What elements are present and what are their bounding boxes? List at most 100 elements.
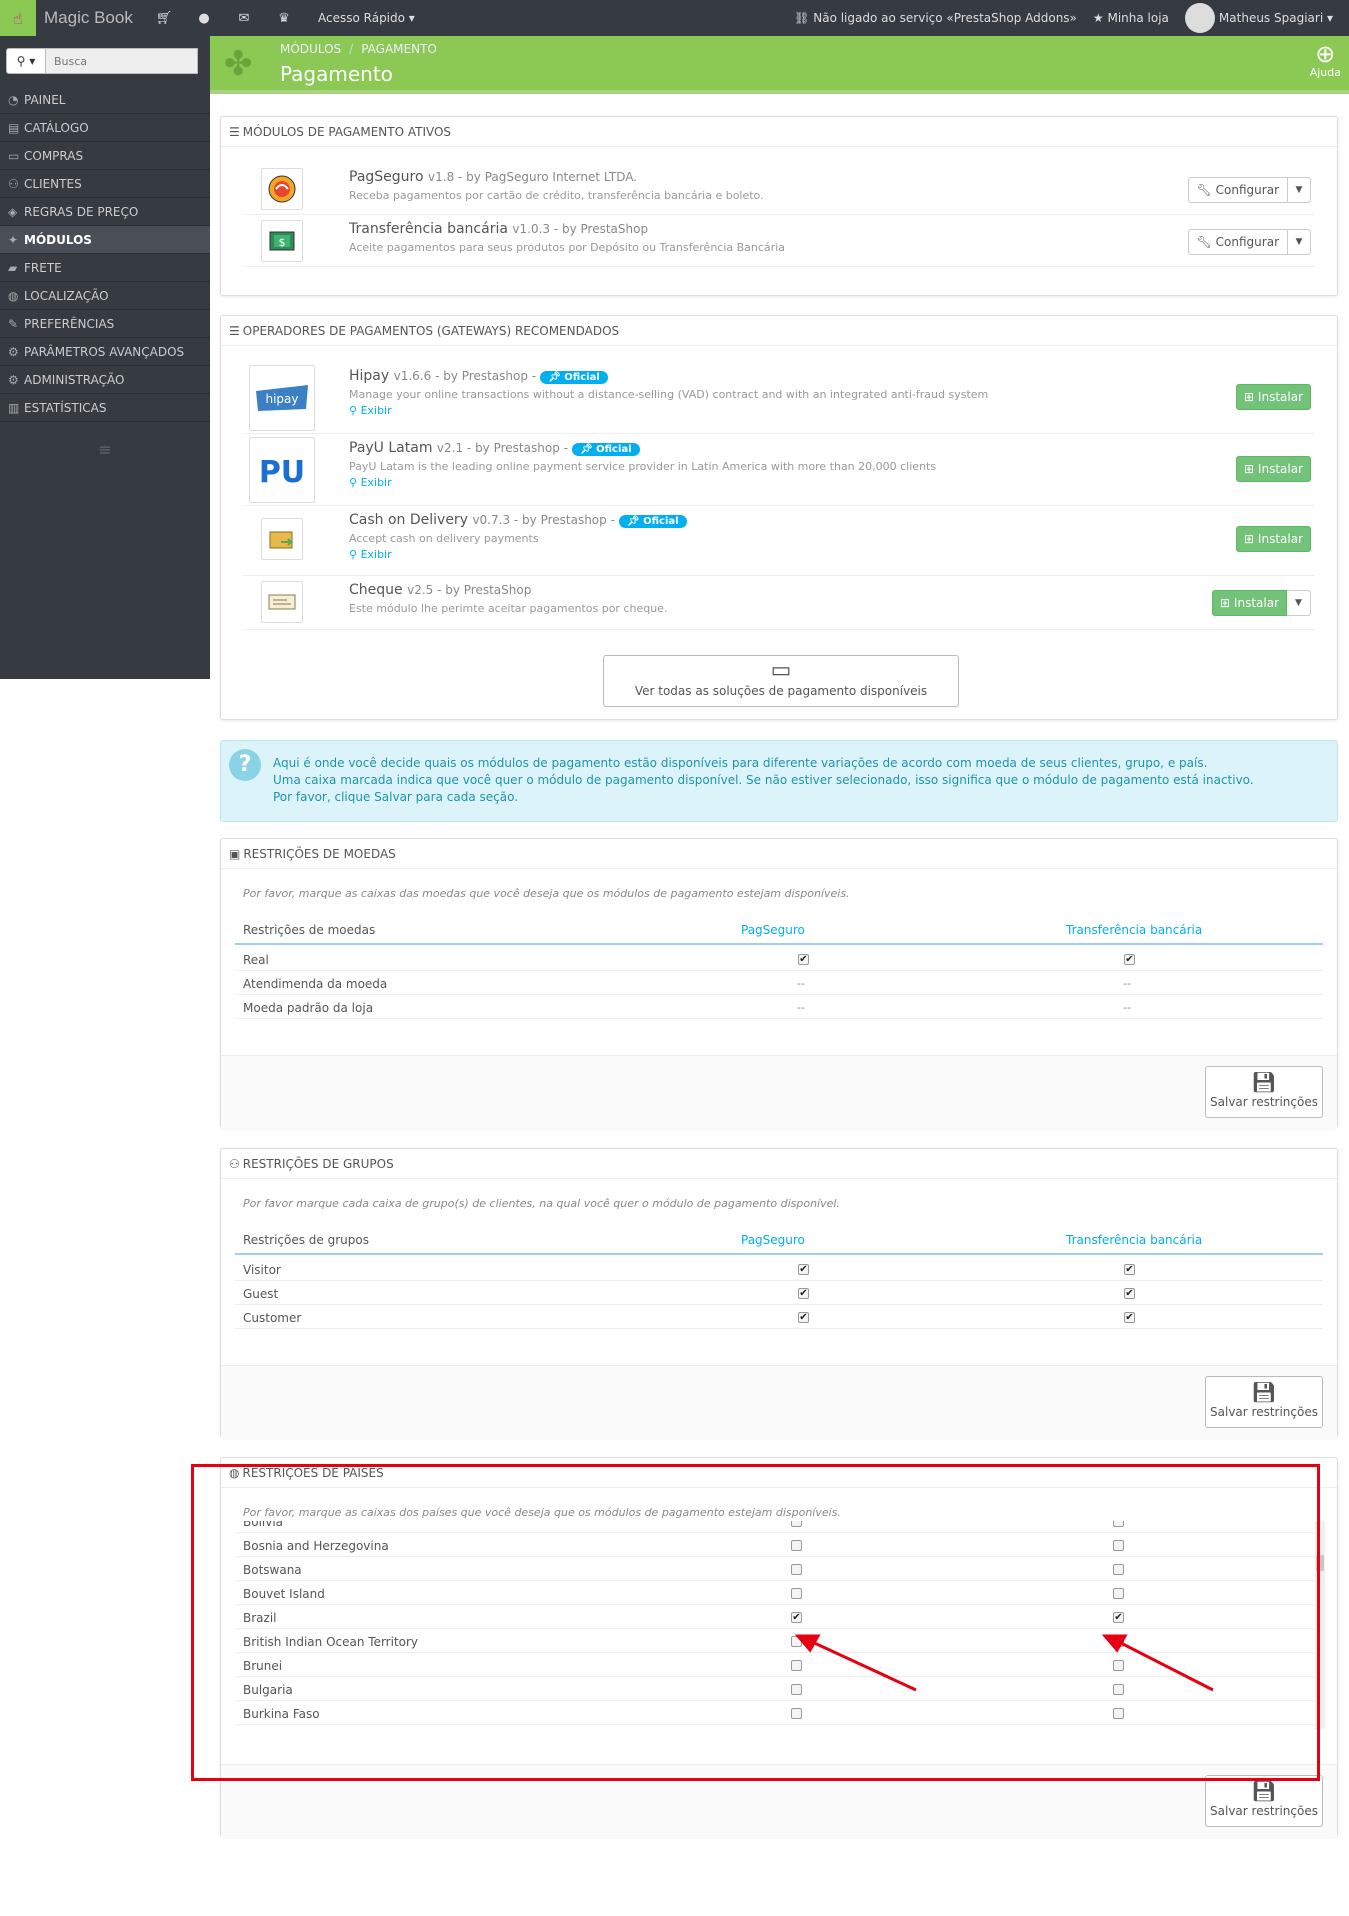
column-header-transfer[interactable]: Transferência bancária xyxy=(1066,923,1202,937)
sidebar-item[interactable]: ✦ MÓDULOS xyxy=(0,226,210,254)
column-header-pagseguro[interactable]: PagSeguro xyxy=(741,923,805,937)
pagseguro-logo-icon xyxy=(261,168,303,210)
caret-down-icon[interactable]: ▼ xyxy=(1288,178,1310,202)
panel-heading: ☰ OPERADORES DE PAGAMENTOS (GATEWAYS) REC… xyxy=(221,316,1337,346)
row-label: Visitor xyxy=(243,1263,281,1277)
row-label: Customer xyxy=(243,1311,302,1325)
checkbox-checked[interactable]: ✔ xyxy=(1124,1264,1135,1275)
money-icon: ▣ xyxy=(229,847,241,861)
brand-name[interactable]: Magic Book xyxy=(44,8,144,28)
table-row: Atendimenda da moeda -- -- xyxy=(235,971,1323,995)
save-currency-restrictions-button[interactable]: 💾︎ Salvar restrinções xyxy=(1205,1066,1323,1118)
panel-footer: 💾︎ Salvar restrinções xyxy=(221,1365,1337,1439)
sidebar-item-label: CLIENTES xyxy=(24,177,82,191)
sidebar-item[interactable]: ⚇ CLIENTES xyxy=(0,170,210,198)
table-row: Guest ✔ ✔ xyxy=(235,1281,1323,1305)
module-row-cod: Cash on Delivery v0.7.3 - by Prestashop … xyxy=(243,506,1315,576)
list-icon: ☰ xyxy=(229,125,240,139)
help-label: Ajuda xyxy=(1309,66,1341,79)
empty-value: -- xyxy=(1123,977,1131,990)
mail-icon[interactable]: ✉ xyxy=(224,11,264,26)
checkbox-checked[interactable]: ✔ xyxy=(798,1288,809,1299)
breadcrumb-payment[interactable]: PAGAMENTO xyxy=(361,42,437,56)
module-desc: Este módulo lhe perimte aceitar pagament… xyxy=(349,602,668,615)
caret-down-icon[interactable]: ▼ xyxy=(1287,590,1311,616)
breadcrumb-modules[interactable]: MÓDULOS xyxy=(280,42,341,56)
panel-heading: ▣ RESTRIÇÕES DE MOEDAS xyxy=(221,839,1337,869)
users-icon: ⚇ xyxy=(229,1157,240,1171)
sidebar-item[interactable]: ⚙ ADMINISTRAÇÃO xyxy=(0,366,210,394)
sidebar-item[interactable]: ⚙ PARÂMETROS AVANÇADOS xyxy=(0,338,210,366)
empty-value: -- xyxy=(797,1001,805,1014)
sidebar-item-label: LOCALIZAÇÃO xyxy=(24,289,109,303)
checkbox-checked[interactable]: ✔ xyxy=(1124,1288,1135,1299)
help-button[interactable]: ⊕ Ajuda xyxy=(1310,42,1341,79)
top-right-area: ⛓ Não ligado ao serviço «PrestaShop Addo… xyxy=(794,0,1349,36)
module-desc: PayU Latam is the leading online payment… xyxy=(349,460,937,473)
group-restrictions-panel: ⚇ RESTRIÇÕES DE GRUPOS Por favor marque c… xyxy=(220,1148,1338,1439)
view-all-payment-solutions-button[interactable]: ▭ Ver todas as soluções de pagamento dis… xyxy=(603,655,959,707)
wrench-icon: 🔧︎ xyxy=(1196,235,1216,249)
my-store-link[interactable]: ★ Minha loja xyxy=(1093,11,1169,25)
sidebar-collapse-icon[interactable]: ≡ xyxy=(0,440,210,459)
install-button[interactable]: ⊞ Instalar xyxy=(1236,526,1311,552)
sidebar-item[interactable]: ✎ PREFERÊNCIAS xyxy=(0,310,210,338)
avatar[interactable] xyxy=(1184,3,1215,33)
sidebar-item[interactable]: ▭ COMPRAS xyxy=(0,142,210,170)
checkbox-checked[interactable]: ✔ xyxy=(1124,1312,1135,1323)
view-all-label: Ver todas as soluções de pagamento dispo… xyxy=(634,684,928,698)
panel-title: RESTRIÇÕES DE MOEDAS xyxy=(243,847,396,861)
view-link[interactable]: ⚲ Exibir xyxy=(349,476,392,489)
view-link[interactable]: ⚲ Exibir xyxy=(349,404,392,417)
sidebar-item-label: ESTATÍSTICAS xyxy=(24,401,107,415)
checkbox-checked[interactable]: ✔ xyxy=(798,1264,809,1275)
panel-title: OPERADORES DE PAGAMENTOS (GATEWAYS) RECO… xyxy=(242,324,620,338)
install-button[interactable]: ⊞ Instalar xyxy=(1236,456,1311,482)
sidebar-item[interactable]: ◈ REGRAS DE PREÇO xyxy=(0,198,210,226)
column-header-pagseguro[interactable]: PagSeguro xyxy=(741,1233,805,1247)
logo-hand-icon[interactable]: ☝ xyxy=(0,0,36,36)
trophy-icon[interactable]: ♛ xyxy=(264,11,304,26)
credit-card-icon: ▭ xyxy=(770,658,792,683)
install-button[interactable]: ⊞ Instalar ▼ xyxy=(1212,590,1311,616)
sidebar-menu: ◔ PAINEL ▤ CATÁLOGO ▭ COMPRAS ⚇ CLIENTES ◈ REGRAS… xyxy=(0,86,210,422)
install-button[interactable]: ⊞ Instalar xyxy=(1236,384,1311,410)
floppy-icon: 💾︎ xyxy=(1251,1380,1277,1404)
user-icon[interactable]: ● xyxy=(184,11,224,26)
checkbox-checked[interactable]: ✔ xyxy=(798,1312,809,1323)
sidebar-item[interactable]: ▥ ESTATÍSTICAS xyxy=(0,394,210,422)
save-group-restrictions-button[interactable]: 💾︎ Salvar restrinções xyxy=(1205,1376,1323,1428)
sidebar-item[interactable]: ▰ FRETE xyxy=(0,254,210,282)
payu-logo-icon: PU xyxy=(249,437,315,503)
sidebar-item[interactable]: ▤ CATÁLOGO xyxy=(0,114,210,142)
sidebar-item-icon: ▰ xyxy=(8,261,18,275)
module-row-hipay: hipay Hipay v1.6.6 - by Prestashop - 📌︎ O… xyxy=(243,362,1315,434)
sidebar-item[interactable]: ◍ LOCALIZAÇÃO xyxy=(0,282,210,310)
configure-button[interactable]: 🔧︎ Configurar ▼ xyxy=(1187,177,1311,203)
column-header-transfer[interactable]: Transferência bancária xyxy=(1066,1233,1202,1247)
bank-transfer-icon: $ xyxy=(261,220,303,262)
checkbox-checked[interactable]: ✔ xyxy=(798,954,809,965)
question-icon: ? xyxy=(229,749,261,781)
module-desc: Aceite pagamentos para seus produtos por… xyxy=(349,241,785,254)
sidebar-item[interactable]: ◔ PAINEL xyxy=(0,86,210,114)
search-input[interactable] xyxy=(46,48,198,74)
user-menu[interactable]: Matheus Spagiari ▾ xyxy=(1219,11,1333,25)
sidebar-item-label: PREFERÊNCIAS xyxy=(24,317,115,331)
info-line: Por favor, clique Salvar para cada seção… xyxy=(273,790,519,804)
configure-button[interactable]: 🔧︎ Configurar ▼ xyxy=(1187,229,1311,255)
row-label: Atendimenda da moeda xyxy=(243,977,388,991)
sidebar-item-label: CATÁLOGO xyxy=(24,121,89,135)
cart-icon[interactable]: 🛒︎ xyxy=(144,11,184,26)
gateways-panel: ☰ OPERADORES DE PAGAMENTOS (GATEWAYS) REC… xyxy=(220,315,1338,720)
module-desc: Accept cash on delivery payments xyxy=(349,532,539,545)
checkbox-checked[interactable]: ✔ xyxy=(1124,954,1135,965)
search-mode-button[interactable]: ⚲ ▾ xyxy=(6,48,46,74)
addons-status-link[interactable]: ⛓ Não ligado ao serviço «PrestaShop Addo… xyxy=(794,11,1077,25)
svg-text:hipay: hipay xyxy=(265,392,298,406)
view-link[interactable]: ⚲ Exibir xyxy=(349,548,392,561)
save-country-restrictions-button[interactable]: 💾︎ Salvar restrinções xyxy=(1205,1775,1323,1827)
caret-down-icon[interactable]: ▼ xyxy=(1288,230,1310,254)
quick-access-menu[interactable]: Acesso Rápido ▾ xyxy=(318,11,415,25)
table-row: Moeda padrão da loja -- -- xyxy=(235,995,1323,1019)
